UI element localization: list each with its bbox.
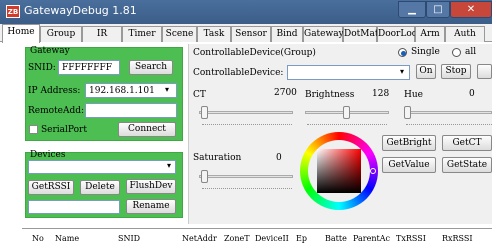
- getvalue-button[interactable]: GetValue: [382, 157, 436, 173]
- ct-slider-track: [199, 111, 293, 114]
- maximize-button[interactable]: □: [426, 1, 450, 18]
- column-header-rxrssi[interactable]: RxRSSI: [442, 234, 473, 243]
- rename-button[interactable]: Rename: [126, 199, 176, 214]
- hue-slider-ticks: [406, 122, 492, 125]
- column-header-txrssi[interactable]: TxRSSI: [396, 234, 426, 243]
- delete-button[interactable]: Delete: [80, 180, 120, 195]
- column-header-batte[interactable]: Batte: [325, 234, 347, 243]
- tab-gateway[interactable]: Gateway: [303, 26, 344, 42]
- controllable-group-label: ControllableDevice(Group): [193, 48, 316, 58]
- hue-value: 0: [469, 89, 475, 99]
- remote-address-field[interactable]: [85, 103, 177, 118]
- color-wheel-marker[interactable]: [370, 168, 376, 174]
- ip-address-label: IP Address:: [28, 86, 81, 96]
- hue-slider-thumb[interactable]: [404, 106, 411, 119]
- tab-ir[interactable]: IR: [82, 26, 122, 42]
- all-radio[interactable]: [452, 48, 461, 57]
- hue-label: Hue: [404, 90, 423, 100]
- connect-button[interactable]: Connect: [118, 122, 176, 137]
- snid-label: SNID:: [28, 63, 56, 73]
- getrssi-button[interactable]: GetRSSI: [28, 180, 74, 195]
- ct-label: CT: [193, 90, 206, 100]
- column-header-ep[interactable]: Ep: [296, 234, 307, 243]
- gateway-section-label: Gateway: [30, 46, 70, 56]
- ct-slider-ticks: [202, 122, 292, 125]
- tab-timer[interactable]: Timer: [122, 26, 162, 42]
- brightness-slider-ticks: [307, 122, 387, 125]
- snid-value: FFFFFFFF: [62, 63, 112, 73]
- brightness-label: Brightness: [305, 90, 355, 100]
- column-header-parentac[interactable]: ParentAc: [353, 234, 390, 243]
- flushdev-button[interactable]: FlushDev: [126, 179, 176, 194]
- chevron-down-icon: ▾: [400, 67, 405, 76]
- column-header-snid[interactable]: SNID: [118, 234, 140, 243]
- on-button[interactable]: On: [416, 64, 436, 79]
- saturation-slider-thumb[interactable]: [201, 170, 208, 183]
- single-label: Single: [411, 47, 440, 57]
- controllable-device-label: ControllableDevice:: [193, 68, 284, 78]
- app-icon: ZB: [6, 5, 20, 18]
- ip-address-value: 192.168.1.101: [89, 86, 155, 96]
- single-radio[interactable]: [398, 48, 407, 57]
- tab-arm[interactable]: Arm: [415, 26, 445, 42]
- saturation-value: 0: [276, 153, 282, 163]
- tab-sensor[interactable]: Sensor: [231, 26, 271, 42]
- tab-dotmatx[interactable]: DotMatx: [343, 26, 384, 42]
- saturation-slider-track: [199, 175, 293, 178]
- serialport-checkbox[interactable]: [29, 125, 38, 134]
- all-label: all: [465, 47, 477, 57]
- column-header-deviceii[interactable]: DeviceII: [255, 234, 289, 243]
- tab-strip: Home Group IR Timer Scene Task Sensor Bi…: [0, 24, 492, 43]
- getbright-button[interactable]: GetBright: [382, 135, 436, 151]
- serialport-label: SerialPort: [41, 125, 87, 135]
- column-header-netaddr[interactable]: NetAddr: [182, 234, 217, 243]
- tab-auth[interactable]: Auth: [445, 26, 485, 42]
- getct-button[interactable]: GetCT: [442, 135, 492, 151]
- tab-task[interactable]: Task: [197, 26, 231, 42]
- minimize-button[interactable]: ▁: [398, 1, 426, 18]
- chevron-down-icon: ▾: [165, 85, 170, 94]
- saturation-label: Saturation: [193, 153, 242, 163]
- tab-group[interactable]: Group: [40, 26, 82, 42]
- next-button[interactable]: [477, 64, 492, 79]
- color-square[interactable]: [317, 149, 361, 193]
- saturation-slider-ticks: [202, 186, 292, 189]
- getstate-button[interactable]: GetState: [442, 157, 492, 173]
- search-button[interactable]: Search: [129, 60, 173, 75]
- column-header-name[interactable]: Name: [55, 234, 79, 243]
- controllable-device-combo[interactable]: [287, 65, 410, 80]
- remote-address-label: RemoteAdd:: [28, 106, 85, 116]
- tab-scene[interactable]: Scene: [162, 26, 197, 42]
- tab-home[interactable]: Home: [2, 24, 40, 43]
- ct-value: 2700: [274, 88, 297, 98]
- devices-section-label: Devices: [30, 150, 66, 160]
- column-header-no[interactable]: No: [32, 234, 44, 243]
- stop-button[interactable]: Stop: [441, 64, 471, 79]
- brightness-slider-thumb[interactable]: [343, 106, 350, 119]
- close-button[interactable]: ✕: [450, 1, 492, 18]
- tab-bind[interactable]: Bind: [271, 26, 303, 42]
- devices-combo[interactable]: [28, 160, 176, 174]
- brightness-value: 128: [372, 89, 390, 99]
- hue-slider-track: [404, 111, 492, 114]
- column-header-zonet[interactable]: ZoneT: [224, 234, 250, 243]
- ct-slider-thumb[interactable]: [201, 106, 208, 119]
- tab-doorloc[interactable]: DoorLoc: [377, 26, 417, 42]
- chevron-down-icon: ▾: [167, 161, 172, 170]
- device-grid-header: No Name SNID NetAddr ZoneT DeviceII Ep B…: [22, 228, 492, 247]
- rename-field[interactable]: [28, 200, 120, 214]
- window-title: GatewayDebug 1.81: [24, 4, 137, 17]
